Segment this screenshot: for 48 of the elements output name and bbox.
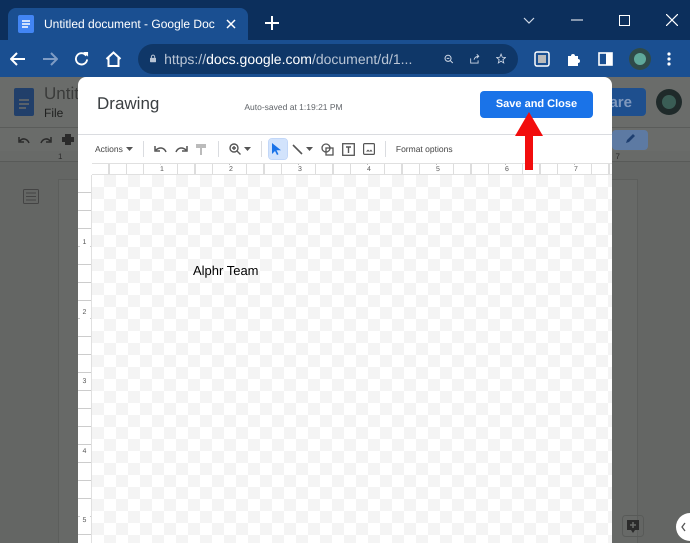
maximize-icon[interactable] [619, 14, 630, 26]
address-bar[interactable]: https://docs.google.com/document/d/1... [138, 44, 518, 74]
star-icon[interactable] [496, 51, 506, 66]
document-icon [14, 88, 34, 116]
ruler-number: 1 [58, 152, 62, 160]
forward-arrow-icon[interactable] [42, 52, 58, 66]
pointer-icon [272, 143, 281, 155]
browser-tab[interactable]: Untitled document - Google Doc [8, 8, 248, 40]
text-box-icon [342, 142, 355, 156]
autosave-status: Auto-saved at 1:19:21 PM [244, 102, 343, 112]
zoom-icon [228, 143, 241, 155]
new-tab-icon[interactable] [265, 16, 279, 30]
shapes-icon [320, 142, 334, 156]
ruler-number: 7 [616, 152, 620, 160]
minimize-icon[interactable] [571, 19, 583, 21]
select-button[interactable] [268, 139, 287, 159]
add-comment-icon[interactable] [622, 515, 644, 537]
undo-icon [154, 145, 167, 153]
redo-icon[interactable] [40, 136, 52, 144]
drawing-canvas[interactable]: Alphr Team [92, 175, 612, 543]
paint-roller-icon [196, 144, 206, 154]
format-options-button[interactable]: Format options [392, 139, 456, 159]
redo-icon [174, 145, 188, 153]
undo-icon[interactable] [18, 136, 30, 144]
share-icon[interactable] [470, 52, 480, 66]
document-icon [18, 15, 34, 33]
home-icon[interactable] [105, 50, 122, 66]
pencil-icon [624, 133, 636, 144]
screenshot-icon[interactable] [534, 50, 550, 66]
chevron-down-icon[interactable] [523, 16, 535, 24]
dialog-title: Drawing [97, 94, 160, 114]
chevron-left-icon[interactable] [676, 513, 690, 541]
canvas-text: Alphr Team [193, 263, 259, 278]
reload-icon[interactable] [74, 51, 89, 66]
close-icon[interactable] [666, 14, 678, 26]
close-icon[interactable] [226, 19, 236, 29]
url-text: https://docs.google.com/document/d/1... [164, 50, 412, 66]
line-icon [292, 144, 303, 154]
more-icon[interactable] [667, 52, 671, 66]
lock-icon [150, 53, 156, 64]
image-icon [362, 143, 375, 155]
arrow-drawing [515, 112, 543, 170]
actions-menu[interactable]: Actions [92, 139, 136, 159]
back-arrow-icon[interactable] [10, 52, 26, 66]
sidebar-icon[interactable] [598, 52, 613, 66]
avatar-icon[interactable] [656, 89, 682, 115]
avatar-icon[interactable] [629, 48, 651, 70]
save-and-close-button[interactable]: Save and Close [480, 90, 593, 118]
